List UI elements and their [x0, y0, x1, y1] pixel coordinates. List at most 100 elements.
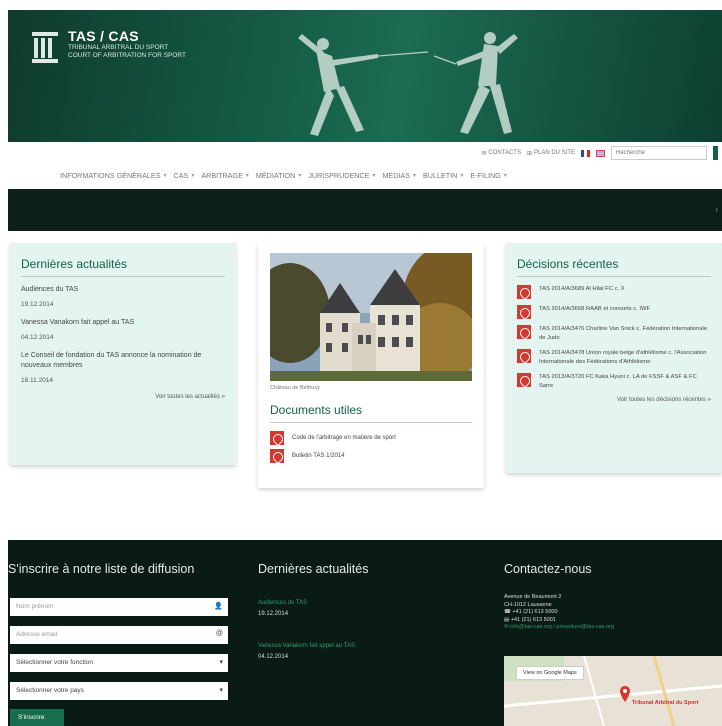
contact-address-line: Avenue de Beaumont 2	[504, 594, 562, 600]
country-select[interactable]: Sélectionner votre pays ▾	[10, 682, 228, 700]
document-label[interactable]: Code de l'arbitrage en matière de sport	[292, 435, 396, 441]
flag-fr-icon[interactable]	[581, 149, 590, 157]
chateau-photo	[270, 253, 472, 381]
site-logo[interactable]: TAS / CAS TRIBUNAL ARBITRAL DU SPORT COU…	[30, 28, 186, 66]
footer-news-item-date: 19.12.2014	[258, 611, 289, 617]
chevron-down-icon: ▾	[245, 173, 249, 179]
document-item[interactable]: Bulletin TAS 1/2014	[270, 449, 472, 463]
decision-item[interactable]: TAS 2014/A/3478 Union royale belge d'ath…	[517, 349, 711, 367]
document-item[interactable]: Code de l'arbitrage en matière de sport	[270, 431, 472, 445]
logo-pillars-icon	[32, 32, 58, 63]
caret-down-icon: ▾	[219, 659, 223, 666]
contact-icon: ✉	[481, 150, 487, 157]
nav-label: CAS	[173, 171, 189, 180]
pdf-icon	[517, 285, 531, 299]
pdf-icon	[517, 349, 531, 363]
footer-news-item-date: 04.12.2014	[258, 654, 289, 660]
chevron-right-icon[interactable]: ›	[715, 205, 718, 214]
decision-label[interactable]: TAS 2013/A/3720 FC Kaka Hyuni c. LA de F…	[539, 373, 711, 391]
search-button[interactable]	[713, 146, 718, 160]
decision-item[interactable]: TAS 2013/A/3720 FC Kaka Hyuni c. LA de F…	[517, 373, 711, 391]
decision-item[interactable]: TAS 2014/A/3689 Al Hilal FC c. X	[517, 285, 711, 299]
news-item-date: 19.12.2014	[21, 301, 54, 308]
pdf-icon	[270, 431, 284, 445]
chevron-down-icon: ▾	[372, 173, 376, 179]
center-column: Château de Béthusy Documents utiles Code…	[258, 243, 484, 488]
map-location-label: Tribunal Arbitral du Sport	[632, 700, 699, 706]
news-item-title[interactable]: Vanessa Vanakorn fait appel au TAS	[21, 318, 225, 328]
nav-label: MÉDIATION	[255, 171, 296, 180]
nav-item-medias[interactable]: MÉDIAS ▾	[382, 171, 416, 180]
decision-item[interactable]: TAS 2014/A/3668 RAAB et consorts c. IWF	[517, 305, 711, 319]
all-decisions-link[interactable]: Voir toutes les décisions récentes »	[517, 397, 711, 403]
nav-item-general-info[interactable]: INFORMATIONS GÉNÉRALES ▾	[60, 171, 167, 180]
nav-label: MÉDIAS	[382, 171, 410, 180]
function-select[interactable]: Sélectionner votre fonction ▾	[10, 654, 228, 672]
search-input[interactable]	[611, 146, 707, 160]
sitemap-label: PLAN DU SITE	[533, 150, 575, 156]
nav-label: JURISPRUDENCE	[308, 171, 370, 180]
chevron-down-icon: ▾	[503, 173, 507, 179]
decision-item[interactable]: TAS 2014/A/3476 Charline Van Snick c. Fé…	[517, 325, 711, 343]
news-panel: Dernières actualités Audiences du TAS 19…	[10, 243, 236, 465]
decision-label[interactable]: TAS 2014/A/3476 Charline Van Snick c. Fé…	[539, 325, 711, 343]
all-news-link[interactable]: Voir toutes les actualités »	[21, 394, 225, 400]
email-field-placeholder: Adresse email	[16, 631, 58, 638]
chevron-down-icon: ▾	[460, 173, 464, 179]
fencers-illustration	[298, 32, 518, 136]
view-on-google-maps-button[interactable]: View on Google Maps	[516, 666, 584, 680]
decision-label[interactable]: TAS 2014/A/3689 Al Hilal FC c. X	[539, 285, 625, 299]
at-icon: @	[215, 630, 223, 637]
news-item[interactable]: Audiences du TAS 19.12.2014	[21, 285, 225, 308]
decision-label[interactable]: TAS 2014/A/3668 RAAB et consorts c. IWF	[539, 305, 650, 319]
main-nav: INFORMATIONS GÉNÉRALES ▾ CAS ▾ ARBITRAGE ▾ …	[60, 171, 507, 180]
nav-item-cas[interactable]: CAS ▾	[174, 171, 195, 180]
nav-item-bulletin[interactable]: BULLETIN ▾	[423, 171, 463, 180]
chevron-down-icon: ▾	[298, 173, 302, 179]
news-panel-title: Dernières actualités	[21, 257, 225, 277]
nav-item-jurisprudence[interactable]: JURISPRUDENCE ▾	[308, 171, 375, 180]
email-field[interactable]: Adresse email @	[10, 626, 228, 644]
location-map[interactable]: View on Google Maps Tribunal Arbitral du…	[504, 656, 722, 726]
subscribe-button[interactable]: S'inscrire	[10, 709, 64, 726]
logo-text: TAS / CAS TRIBUNAL ARBITRAL DU SPORT COU…	[68, 28, 186, 66]
contact-email[interactable]: ✉ info@tas-cas.org / procedure@tas-cas.o…	[504, 624, 614, 632]
sitemap-link[interactable]: ⊞ PLAN DU SITE	[527, 150, 575, 157]
name-field[interactable]: Nom prénom 👤	[10, 598, 228, 616]
document-label[interactable]: Bulletin TAS 1/2014	[292, 453, 344, 459]
footer-news-item-title[interactable]: Vanessa Vanakorn fait appel au TAS	[258, 643, 355, 649]
news-item[interactable]: Le Conseil de fondation du TAS annonce l…	[21, 351, 225, 384]
header-banner: TAS / CAS TRIBUNAL ARBITRAL DU SPORT COU…	[8, 10, 722, 142]
news-item[interactable]: Vanessa Vanakorn fait appel au TAS 04.12…	[21, 318, 225, 341]
chevron-down-icon: ▾	[413, 173, 417, 179]
pdf-icon	[517, 373, 531, 387]
utility-bar: ✉ CONTACTS ⊞ PLAN DU SITE	[481, 146, 718, 160]
news-item-date: 18.11.2014	[21, 377, 54, 384]
news-item-title[interactable]: Audiences du TAS	[21, 285, 225, 295]
pdf-icon	[517, 325, 531, 339]
news-item-date: 04.12.2014	[21, 334, 54, 341]
flag-en-icon[interactable]	[596, 149, 605, 157]
photo-caption: Château de Béthusy	[270, 385, 320, 391]
contacts-label: CONTACTS	[488, 150, 521, 156]
contact-phone-value: +41 (21) 613 5000	[512, 609, 558, 615]
map-pin-icon[interactable]	[620, 686, 630, 702]
chevron-down-icon: ▾	[163, 173, 167, 179]
contacts-link[interactable]: ✉ CONTACTS	[481, 150, 521, 157]
caret-down-icon: ▾	[219, 687, 223, 694]
brand-subtitle-en: COURT OF ARBITRATION FOR SPORT	[68, 52, 186, 59]
nav-item-mediation[interactable]: MÉDIATION ▾	[256, 171, 301, 180]
news-item-title[interactable]: Le Conseil de fondation du TAS annonce l…	[21, 351, 225, 371]
pdf-icon	[517, 305, 531, 319]
subscribe-title: S'inscrire à notre liste de diffusion	[8, 562, 195, 576]
nav-item-arbitrage[interactable]: ARBITRAGE ▾	[201, 171, 249, 180]
footer-news-item-title[interactable]: Audiences du TAS	[258, 600, 307, 606]
contact-city-line: CH-1012 Lausanne	[504, 601, 552, 608]
nav-label: INFORMATIONS GÉNÉRALES	[60, 171, 161, 180]
fax-icon: ▤	[504, 616, 511, 623]
nav-label: E-FILING	[470, 171, 501, 180]
nav-item-efiling[interactable]: E-FILING ▾	[470, 171, 506, 180]
user-icon: 👤	[214, 603, 223, 610]
decision-label[interactable]: TAS 2014/A/3478 Union royale belge d'ath…	[539, 349, 711, 367]
contact-email-value[interactable]: info@tas-cas.org / procedure@tas-cas.org	[510, 624, 614, 630]
